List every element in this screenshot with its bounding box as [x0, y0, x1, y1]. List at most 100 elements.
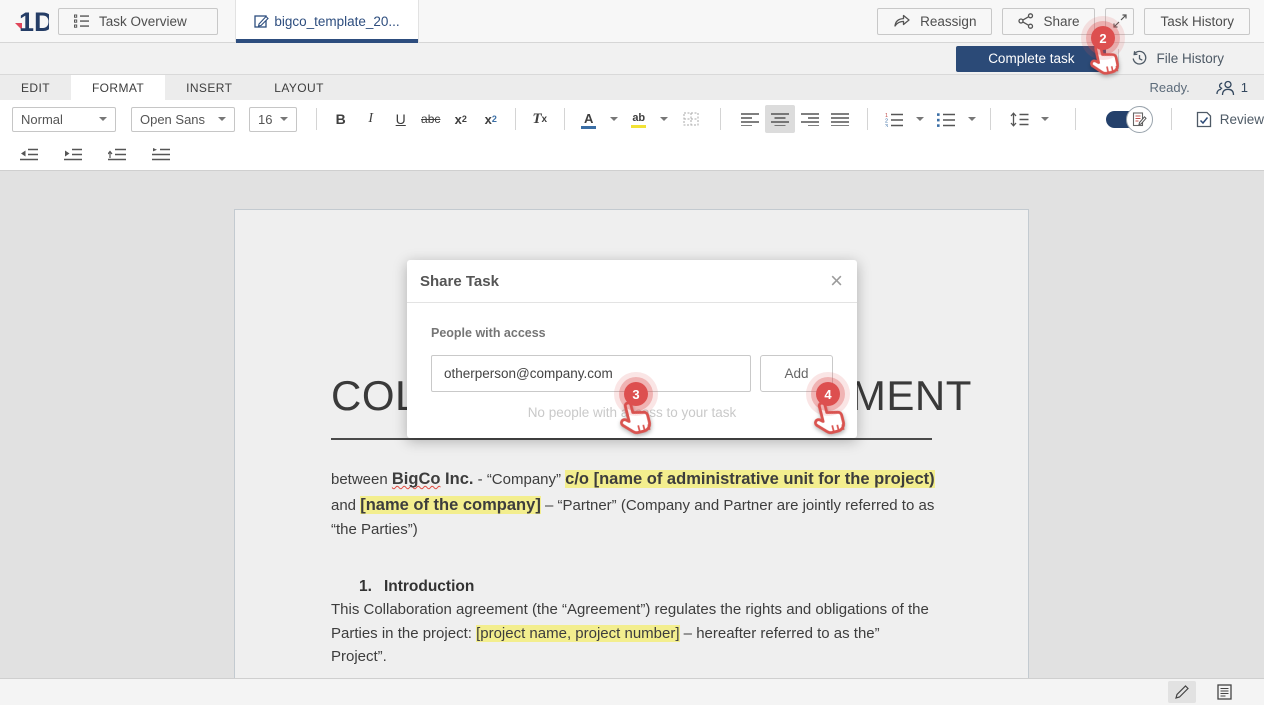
highlight-color-bar [631, 125, 646, 128]
review-label: Review [1220, 112, 1264, 127]
step-badge-3: 3 [624, 382, 648, 406]
close-icon[interactable]: × [830, 270, 843, 292]
svg-text:1D: 1D [19, 7, 49, 37]
document-tab-label: bigco_template_20... [274, 14, 399, 29]
highlight-color-button[interactable]: ab [624, 105, 668, 133]
step-badge-2: 2 [1091, 26, 1115, 50]
sub-base: x [485, 112, 492, 127]
first-line-indent-button[interactable] [146, 140, 176, 168]
decrease-indent-icon [20, 148, 38, 161]
bullet-list-icon [937, 112, 956, 127]
chevron-down-icon [968, 117, 976, 121]
top-bar: 1D Task Overview bigco_template_20... [0, 0, 1264, 43]
diagonal-arrows-icon [1113, 14, 1127, 28]
reassign-label: Reassign [920, 14, 976, 29]
share-icon [1018, 13, 1034, 29]
align-right-button[interactable] [795, 105, 825, 133]
hanging-indent-button[interactable] [102, 140, 132, 168]
view-mode-button[interactable] [1210, 681, 1238, 703]
file-history-button[interactable]: File History [1131, 50, 1250, 67]
underline-button[interactable]: U [386, 105, 416, 133]
paragraph-style-select[interactable]: Normal [12, 107, 116, 132]
people-with-access-label: People with access [431, 326, 833, 340]
document-tab[interactable]: bigco_template_20... [235, 0, 419, 43]
borders-button[interactable] [676, 105, 706, 133]
chevron-down-icon [660, 117, 668, 121]
italic-button[interactable]: I [356, 105, 386, 133]
bullet-list-button[interactable] [932, 105, 976, 133]
strikethrough-button[interactable]: abc [416, 105, 446, 133]
track-changes-toggle[interactable] [1106, 106, 1153, 133]
clear-formatting-button[interactable]: Tx [525, 105, 555, 133]
reassign-button[interactable]: Reassign [877, 8, 992, 35]
text-segment: Inc. [440, 470, 473, 488]
user-presence[interactable]: 1 [1216, 80, 1248, 96]
text-segment: [project name, project number] [476, 625, 679, 642]
history-clock-icon [1131, 50, 1148, 67]
modal-title: Share Task [420, 273, 499, 290]
menu-tab-insert[interactable]: INSERT [165, 75, 253, 100]
hanging-indent-icon [108, 148, 126, 161]
ready-status: Ready. [1150, 80, 1190, 95]
font-family-select[interactable]: Open Sans [131, 107, 235, 132]
subscript-button[interactable]: x2 [476, 105, 506, 133]
line-spacing-button[interactable] [1005, 105, 1049, 133]
superscript-button[interactable]: x2 [446, 105, 476, 133]
align-center-button[interactable] [765, 105, 795, 133]
align-right-icon [801, 113, 819, 126]
introduction-paragraph: This Collaboration agreement (the “Agree… [331, 598, 935, 668]
highlight-letters: ab [632, 113, 645, 124]
menu-tab-edit[interactable]: EDIT [0, 75, 71, 100]
numbered-list-button[interactable]: 1 2 3 [880, 105, 924, 133]
align-justify-button[interactable] [825, 105, 855, 133]
font-color-bar [581, 126, 596, 129]
divider [564, 108, 565, 130]
email-input[interactable] [431, 355, 751, 392]
task-overview-button[interactable]: Task Overview [58, 8, 218, 35]
font-size-select[interactable]: 16 [249, 107, 297, 132]
review-check-icon [1196, 111, 1212, 128]
share-button[interactable]: Share [1002, 8, 1095, 35]
text-segment: - “Company” [473, 471, 565, 488]
text-segment: between [331, 471, 392, 488]
divider [720, 108, 721, 130]
app-window: 1D Task Overview bigco_template_20... [0, 0, 1264, 705]
first-line-indent-icon [152, 148, 170, 161]
align-left-icon [741, 113, 759, 126]
chevron-down-icon [1041, 117, 1049, 121]
file-history-label: File History [1156, 51, 1224, 66]
edit-mode-button[interactable] [1168, 681, 1196, 703]
chevron-down-icon [99, 117, 107, 121]
clearfmt-x: x [542, 114, 548, 125]
task-overview-label: Task Overview [99, 14, 187, 29]
share-label: Share [1043, 14, 1079, 29]
decrease-indent-button[interactable] [14, 140, 44, 168]
menu-tab-layout[interactable]: LAYOUT [253, 75, 345, 100]
text-document-icon [1217, 684, 1232, 700]
menubar-status-area: Ready. 1 [1150, 75, 1264, 100]
pencil-icon [1174, 684, 1190, 700]
task-history-label: Task History [1160, 14, 1234, 29]
menu-tab-format[interactable]: FORMAT [71, 75, 165, 100]
edit-document-icon [254, 14, 269, 29]
chevron-down-icon [218, 117, 226, 121]
section-number: 1. [359, 578, 372, 595]
font-color-button[interactable]: A [574, 105, 618, 133]
sup-exp: 2 [462, 114, 467, 124]
bold-button[interactable]: B [326, 105, 356, 133]
chevron-down-icon [610, 117, 618, 121]
clearfmt-t: T [532, 111, 541, 128]
review-button[interactable]: Review [1196, 111, 1264, 128]
task-history-button[interactable]: Task History [1144, 8, 1250, 35]
parties-paragraph: between BigCo Inc. - “Company” c/o [name… [331, 467, 935, 541]
align-left-button[interactable] [735, 105, 765, 133]
increase-indent-icon [64, 148, 82, 161]
divider [1171, 108, 1172, 130]
increase-indent-button[interactable] [58, 140, 88, 168]
format-toolbar: Normal Open Sans 16 B I U abc x2 x2 Tx A… [0, 100, 1264, 138]
edit-note-icon [1132, 112, 1147, 127]
toggle-knob [1126, 106, 1153, 133]
font-family-value: Open Sans [140, 112, 205, 127]
topbar-actions: Reassign Share Task History [877, 8, 1264, 35]
step-badge-4: 4 [816, 382, 840, 406]
